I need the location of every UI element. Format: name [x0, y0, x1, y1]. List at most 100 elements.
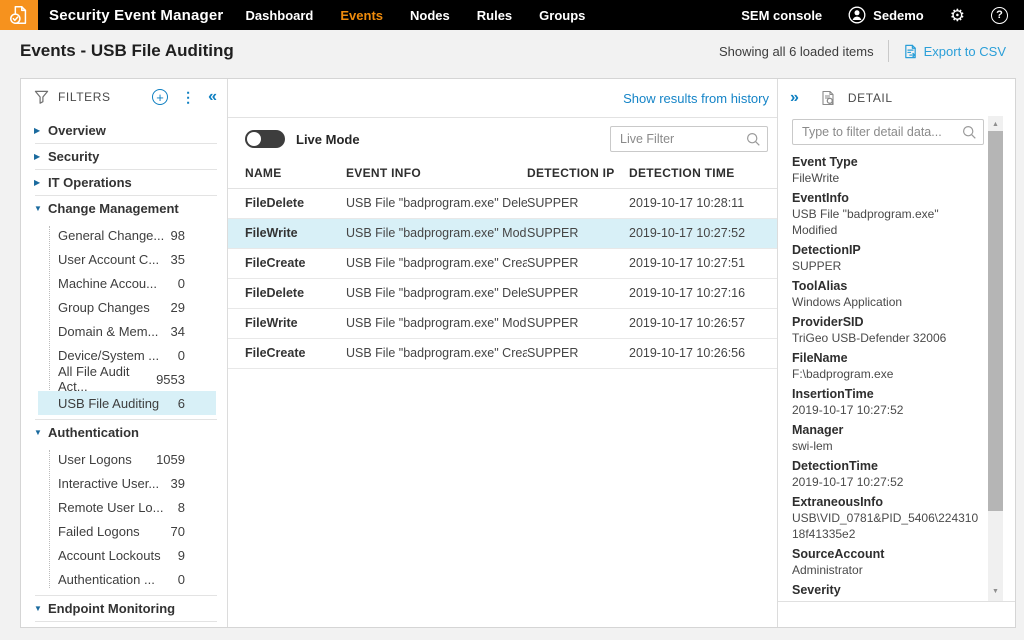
detail-field-detection-time: DetectionTime 2019-10-17 10:27:52 — [792, 458, 984, 490]
filter-item-user-logons[interactable]: User Logons 1059 — [38, 447, 216, 471]
filter-item-usb-file-auditing[interactable]: USB File Auditing 6 — [38, 391, 216, 415]
nav-item-nodes[interactable]: Nodes — [410, 8, 450, 23]
filter-item-label: Failed Logons — [58, 524, 140, 539]
filter-item-interactive-user[interactable]: Interactive User... 39 — [38, 471, 216, 495]
filter-group-change-management[interactable]: ▼ Change Management — [21, 196, 227, 221]
expand-detail-icon[interactable]: » — [790, 90, 799, 106]
filter-item-all-file-audit[interactable]: All File Audit Act... 9553 — [38, 367, 216, 391]
table-row[interactable]: FileCreate USB File "badprogram.exe" Cre… — [228, 248, 777, 278]
filter-item-group-changes[interactable]: Group Changes 29 — [38, 295, 216, 319]
detail-fields: Event Type FileWrite EventInfo USB File … — [792, 154, 984, 601]
table-row[interactable]: FileCreate USB File "badprogram.exe" Cre… — [228, 338, 777, 368]
filter-item-user-account-changes[interactable]: User Account C... 35 — [38, 247, 216, 271]
collapsed-arrow-icon: ▶ — [34, 178, 48, 187]
filter-item-authentication[interactable]: Authentication ... 0 — [38, 567, 216, 591]
cell-name: FileWrite — [228, 218, 346, 248]
column-header-event-info[interactable]: EVENT INFO — [346, 158, 527, 188]
settings-gear-icon[interactable]: ⚙ — [950, 7, 965, 24]
filter-item-label: All File Audit Act... — [58, 364, 156, 394]
nav-item-dashboard[interactable]: Dashboard — [245, 8, 313, 23]
column-header-detection-ip[interactable]: DETECTION IP — [527, 158, 629, 188]
filter-item-remote-user-logons[interactable]: Remote User Lo... 8 — [38, 495, 216, 519]
nav-item-groups[interactable]: Groups — [539, 8, 585, 23]
expanded-arrow-icon: ▼ — [34, 604, 48, 613]
field-value: 3 — [792, 598, 984, 601]
app-logo[interactable] — [0, 0, 38, 30]
filters-menu-kebab-icon[interactable]: ⋮ — [181, 90, 195, 104]
app-title: Security Event Manager — [49, 7, 223, 24]
filter-item-count: 70 — [171, 524, 185, 539]
column-header-name[interactable]: NAME — [228, 158, 346, 188]
filter-group-endpoint-monitoring[interactable]: ▼ Endpoint Monitoring — [21, 596, 227, 621]
filter-item-general-changes[interactable]: General Change... 98 — [38, 223, 216, 247]
column-header-detection-time[interactable]: DETECTION TIME — [629, 158, 777, 188]
page-header: Events - USB File Auditing Showing all 6… — [0, 30, 1024, 72]
table-row[interactable]: FileDelete USB File "badprogram.exe" Del… — [228, 278, 777, 308]
table-row[interactable]: FileDelete USB File "badprogram.exe" Del… — [228, 188, 777, 218]
filter-group-children: General Change... 98 User Account C... 3… — [38, 223, 216, 415]
filter-item-label: General Change... — [58, 228, 164, 243]
cell-detection-time: 2019-10-17 10:27:16 — [629, 278, 777, 308]
filter-item-label: Authentication ... — [58, 572, 155, 587]
filter-item-failed-logons[interactable]: Failed Logons 70 — [38, 519, 216, 543]
nav-item-events[interactable]: Events — [340, 8, 383, 23]
field-label: EventInfo — [792, 190, 984, 206]
detail-filter — [792, 119, 984, 145]
filter-group-label: Change Management — [48, 201, 179, 216]
help-icon[interactable]: ? — [991, 7, 1008, 24]
detail-filter-input[interactable] — [792, 119, 984, 145]
field-value: F:\badprogram.exe — [792, 366, 984, 382]
add-filter-button[interactable]: + — [152, 89, 168, 105]
nav-item-rules[interactable]: Rules — [477, 8, 512, 23]
cell-detection-time: 2019-10-17 10:26:57 — [629, 308, 777, 338]
filter-item-label: User Logons — [58, 452, 132, 467]
divider — [35, 621, 217, 622]
filter-item-label: USB File Auditing — [58, 396, 159, 411]
filter-item-machine-account[interactable]: Machine Accou... 0 — [38, 271, 216, 295]
filter-item-count: 39 — [171, 476, 185, 491]
detail-document-icon — [820, 90, 836, 106]
collapse-filters-icon[interactable]: « — [208, 89, 217, 105]
filter-item-count: 0 — [178, 276, 185, 291]
cell-detection-ip: SUPPER — [527, 218, 629, 248]
filter-item-label: User Account C... — [58, 252, 159, 267]
filters-actions: + ⋮ « — [152, 89, 217, 105]
filter-item-count: 1059 — [156, 452, 185, 467]
cell-detection-ip: SUPPER — [527, 188, 629, 218]
cell-event-info: USB File "badprogram.exe" Modified — [346, 308, 527, 338]
export-csv-button[interactable]: Export to CSV — [903, 44, 1006, 59]
cell-detection-time: 2019-10-17 10:26:56 — [629, 338, 777, 368]
cell-name: FileCreate — [228, 338, 346, 368]
detail-scrollbar[interactable]: ▲ ▼ — [988, 116, 1003, 601]
user-menu[interactable]: Sedemo — [848, 6, 924, 24]
scroll-up-icon[interactable]: ▲ — [988, 118, 1003, 131]
filter-group-overview[interactable]: ▶ Overview — [21, 118, 227, 143]
filter-group-security[interactable]: ▶ Security — [21, 144, 227, 169]
live-mode-toggle[interactable] — [245, 130, 285, 148]
filter-group-it-operations[interactable]: ▶ IT Operations — [21, 170, 227, 195]
filter-group-authentication[interactable]: ▼ Authentication — [21, 420, 227, 445]
cell-detection-ip: SUPPER — [527, 308, 629, 338]
table-row-selected[interactable]: FileWrite USB File "badprogram.exe" Modi… — [228, 218, 777, 248]
detail-field-file-name: FileName F:\badprogram.exe — [792, 350, 984, 382]
filter-item-domain-membership[interactable]: Domain & Mem... 34 — [38, 319, 216, 343]
field-value: Administrator — [792, 562, 984, 578]
filter-item-count: 98 — [171, 228, 185, 243]
sem-console-link[interactable]: SEM console — [741, 8, 822, 23]
scrollbar-thumb[interactable] — [988, 131, 1003, 511]
expanded-arrow-icon: ▼ — [34, 204, 48, 213]
scroll-down-icon[interactable]: ▼ — [988, 585, 1003, 598]
show-history-link[interactable]: Show results from history — [623, 91, 769, 106]
cell-event-info: USB File "badprogram.exe" Created — [346, 338, 527, 368]
detail-field-source-account: SourceAccount Administrator — [792, 546, 984, 578]
cell-name: FileCreate — [228, 248, 346, 278]
filter-item-label: Machine Accou... — [58, 276, 157, 291]
filter-item-label: Account Lockouts — [58, 548, 161, 563]
table-row[interactable]: FileWrite USB File "badprogram.exe" Modi… — [228, 308, 777, 338]
live-filter-input[interactable] — [610, 126, 768, 152]
filter-item-account-lockouts[interactable]: Account Lockouts 9 — [38, 543, 216, 567]
detail-header: » DETAIL — [778, 79, 1015, 116]
search-icon — [962, 125, 977, 145]
cell-detection-time: 2019-10-17 10:27:52 — [629, 218, 777, 248]
cell-event-info: USB File "badprogram.exe" Deleted — [346, 278, 527, 308]
